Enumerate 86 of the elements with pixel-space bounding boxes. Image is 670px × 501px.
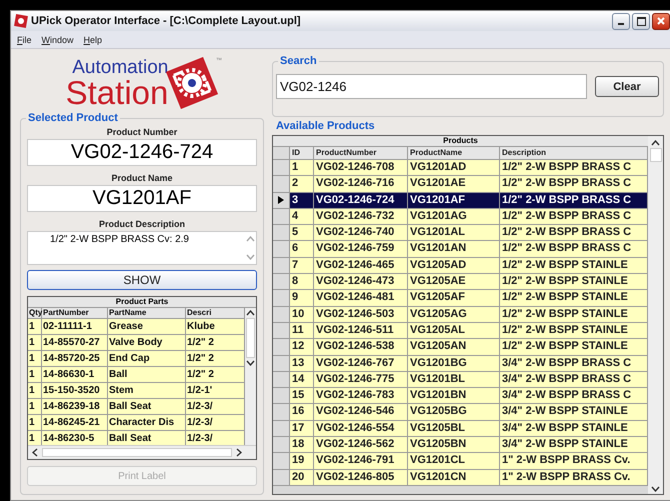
field-label: Product Description	[98, 219, 186, 230]
table-row[interactable]: 9 VG02-1246-481 VG1205AF 1/2" 2-W BSPP STAINLE	[273, 290, 648, 307]
scroll-thumb[interactable]	[42, 448, 232, 457]
scroll-down-icon	[246, 360, 255, 366]
scroll-up-icon	[651, 140, 660, 146]
table-cell: 15-150-3520	[42, 383, 108, 398]
maximize-icon	[636, 16, 646, 26]
scroll-up-icon	[246, 310, 255, 316]
table-cell: 1	[28, 319, 42, 334]
table-row[interactable]: 7 VG02-1246-465 VG1205AD 1/2" 2-W BSPP STAINLE	[273, 258, 648, 274]
field-value: 1/2" 2-W BSPP BRASS Cv: 2.9	[49, 233, 190, 247]
show-button[interactable]: SHOW	[27, 270, 257, 290]
scroll-down-icon	[246, 254, 255, 260]
table-row[interactable]: 19 VG02-1246-791 VG1201CL 1" 2-W BSPP BRASS Cv.	[273, 453, 648, 470]
table-row[interactable]: 16 VG02-1246-546 VG1205BG 3/4" 2-W BSPP STAINLE	[273, 404, 648, 421]
minimize-button[interactable]	[612, 12, 630, 30]
table-row[interactable]: 18 VG02-1246-562 VG1205BN 3/4" 2-W BSPP STAINLE	[273, 437, 648, 454]
column-header[interactable]: PartName	[108, 308, 186, 318]
scrollbar[interactable]	[648, 136, 663, 494]
table-row[interactable]: 15 VG02-1246-783 VG1201BN 3/4" 2-W BSPP BRASS C	[273, 388, 648, 404]
table-row[interactable]: 12 VG02-1246-538 VG1205AN 1/2" 2-W BSPP STAINLE	[273, 339, 648, 356]
text-field[interactable]: VG02-1246-724	[27, 139, 257, 166]
table-row[interactable]: 20 VG02-1246-805 VG1201CN 1" 2-W BSPP BRASS Cv.	[273, 470, 648, 486]
table-row[interactable]: 17 VG02-1246-554 VG1205BL 3/4" 2-W BSPP STAINLE	[273, 420, 648, 438]
close-button[interactable]	[652, 12, 670, 30]
table-cell: 1	[28, 351, 42, 366]
scroll-down-icon	[651, 486, 660, 492]
scroll-thumb[interactable]	[246, 318, 255, 358]
field-label: Product Name	[110, 173, 174, 184]
table-row[interactable]: 6 VG02-1246-759 VG1201AN 1/2" 2-W BSPP BRASS C	[273, 241, 648, 258]
clear-button[interactable]: Clear	[595, 76, 659, 97]
menu-item[interactable]: Window	[42, 34, 74, 44]
menu-item[interactable]: File	[17, 34, 32, 44]
logo-text: Automation	[72, 58, 168, 76]
window-title: UPick Operator Interface - [C:\Complete Layout.upl]	[31, 15, 302, 27]
close-icon	[657, 17, 665, 25]
table-row[interactable]: 4 VG02-1246-732 VG1201AG 1/2" 2-W BSPP BRASS C	[273, 208, 648, 226]
column-header[interactable]: ID	[290, 147, 314, 159]
table-row[interactable]: 5 VG02-1246-740 VG1201AL 1/2" 2-W BSPP BRASS C	[273, 225, 648, 242]
table-cell: 14-86630-1	[42, 367, 108, 382]
scrollbar[interactable]	[245, 308, 256, 445]
table-row[interactable]: 13 VG02-1246-767 VG1201BG 3/4" 2-W BSPP BRASS C	[273, 356, 648, 372]
table-cell: 02-11111-1	[42, 319, 108, 334]
table-cell: End Cap	[108, 351, 186, 366]
scroll-right-icon	[236, 448, 242, 457]
app-icon	[14, 14, 28, 28]
table-row[interactable]: 14 VG02-1246-775 VG1201BL 3/4" 2-W BSPP BRASS C	[273, 372, 648, 388]
table-cell: 14-86245-21	[42, 415, 108, 430]
table-cell: 1	[28, 415, 42, 430]
scrollbar[interactable]	[28, 445, 256, 459]
table-cell: 1	[28, 383, 42, 398]
grid-title: Products	[442, 136, 479, 146]
column-header[interactable]: Qty	[28, 308, 42, 318]
table-cell: Stem	[108, 383, 186, 398]
search-field[interactable]: VG02-1246	[276, 74, 587, 99]
menu-item[interactable]: Help	[84, 34, 102, 44]
table-cell: Ball Seat	[108, 399, 186, 414]
column-header[interactable]: PartNumber	[42, 308, 108, 318]
table-cell: 14-86239-18	[42, 399, 108, 414]
logo-text: Station	[66, 76, 168, 108]
text-area[interactable]: 1/2" 2-W BSPP BRASS Cv: 2.9	[27, 231, 257, 265]
table-cell: 1	[28, 367, 42, 382]
table-row[interactable]: 10 VG02-1246-503 VG1205AG 1/2" 2-W BSPP STAINLE	[273, 306, 648, 323]
table-cell: Ball	[108, 367, 186, 382]
table-cell: 14-85570-27	[42, 335, 108, 350]
scroll-thumb[interactable]	[650, 148, 662, 162]
table-cell: 1	[28, 399, 42, 414]
maximize-button[interactable]	[632, 12, 650, 30]
table-cell: 14-85720-25	[42, 351, 108, 366]
text-field[interactable]: VG1201AF	[27, 185, 257, 212]
table-cell: Character Dis	[108, 415, 186, 430]
table-cell: Valve Body	[108, 335, 186, 350]
column-header[interactable]: ProductNumber	[314, 147, 408, 159]
field-label: Product Number	[106, 127, 178, 138]
table-row[interactable]: 11 VG02-1246-511 VG1205AL 1/2" 2-W BSPP STAINLE	[273, 322, 648, 340]
table-cell: Grease	[108, 319, 186, 334]
grid-title: Product Parts	[28, 297, 256, 308]
table-row[interactable]: 3 VG02-1246-724 VG1201AF 1/2" 2-W BSPP BRASS C	[273, 192, 648, 209]
scroll-left-icon	[32, 448, 38, 457]
table-row[interactable]: 1 VG02-1246-708 VG1201AD 1/2" 2-W BSPP BRASS C	[273, 160, 648, 176]
scroll-up-icon	[246, 236, 255, 242]
table-row[interactable]: 2 VG02-1246-716 VG1201AE 1/2" 2-W BSPP BRASS C	[273, 176, 648, 193]
table-row[interactable]: 8 VG02-1246-473 VG1205AE 1/2" 2-W BSPP STAINLE	[273, 274, 648, 290]
column-header[interactable]: ProductName	[408, 147, 500, 159]
current-row-icon	[278, 196, 284, 204]
table-cell: 1	[28, 335, 42, 350]
